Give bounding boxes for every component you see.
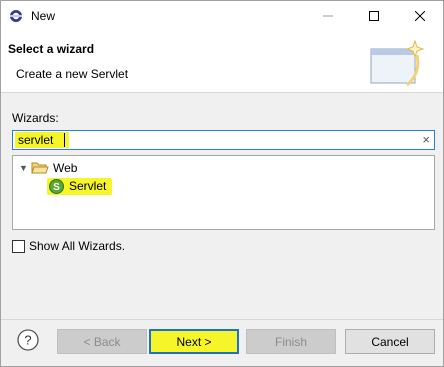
svg-text:?: ? <box>24 333 31 348</box>
tree-item-label: Web <box>53 161 78 175</box>
wizard-filter-input[interactable]: servlet × <box>12 130 435 150</box>
close-icon[interactable] <box>397 1 443 31</box>
show-all-wizards-label: Show All Wizards. <box>29 239 126 253</box>
new-wizard-dialog: New Select a wizard Create a new Servlet… <box>0 0 444 367</box>
divider <box>1 319 443 320</box>
cancel-button[interactable]: Cancel <box>345 329 435 354</box>
tree-item-label: Servlet <box>69 179 107 193</box>
next-button[interactable]: Next > <box>149 329 239 354</box>
wizard-header: Select a wizard Create a new Servlet <box>1 31 443 93</box>
title-bar: New <box>1 1 443 31</box>
clear-filter-icon[interactable]: × <box>422 132 430 147</box>
maximize-icon[interactable] <box>351 1 397 31</box>
window-title: New <box>31 9 56 23</box>
text-cursor <box>64 133 65 147</box>
minimize-icon[interactable] <box>305 1 351 31</box>
servlet-icon: S <box>49 178 64 194</box>
wizards-label: Wizards: <box>12 111 59 125</box>
finish-button[interactable]: Finish <box>246 329 336 354</box>
eclipse-app-icon <box>10 10 22 22</box>
back-button[interactable]: < Back <box>57 329 147 354</box>
show-all-wizards-option[interactable]: Show All Wizards. <box>12 239 125 253</box>
wizard-tree: ▼ Web S Servlet <box>12 155 435 230</box>
svg-text:S: S <box>53 182 60 193</box>
tree-item-web[interactable]: ▼ Web <box>19 159 77 177</box>
filter-value: servlet <box>18 133 54 147</box>
selected-item-highlight: S Servlet <box>47 177 113 195</box>
page-description: Create a new Servlet <box>16 67 129 81</box>
folder-open-icon <box>31 162 49 174</box>
new-wizard-banner-icon <box>370 39 425 87</box>
help-icon[interactable]: ? <box>17 329 39 351</box>
tree-item-servlet[interactable]: S Servlet <box>47 177 113 195</box>
page-title: Select a wizard <box>8 42 95 56</box>
chevron-down-icon[interactable]: ▼ <box>19 163 31 173</box>
show-all-wizards-checkbox[interactable] <box>12 239 25 253</box>
